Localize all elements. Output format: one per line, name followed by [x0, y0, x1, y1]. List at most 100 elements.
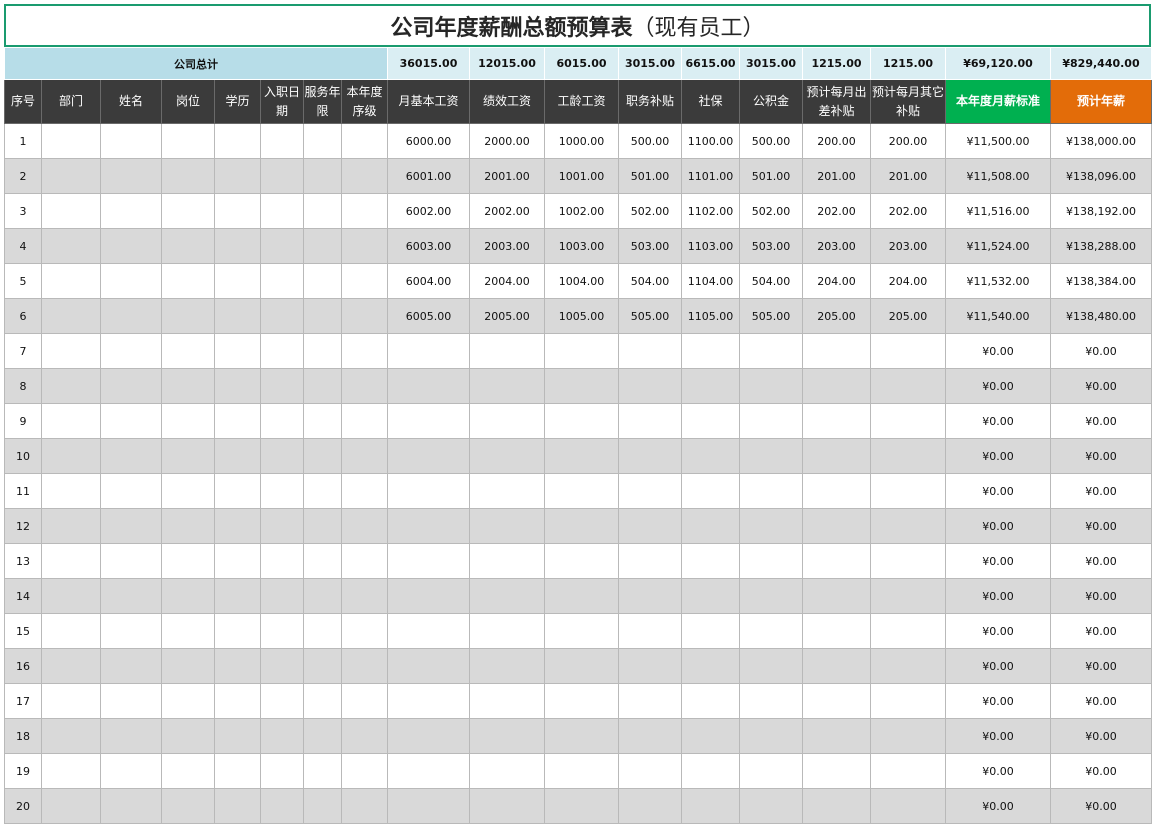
table-cell[interactable]: [341, 158, 388, 194]
table-cell[interactable]: [260, 683, 304, 719]
table-cell[interactable]: [618, 403, 682, 439]
table-cell[interactable]: [260, 788, 304, 824]
summary-annual-total[interactable]: ¥829,440.00: [1050, 47, 1152, 80]
table-cell[interactable]: [544, 368, 619, 404]
column-header[interactable]: 工龄工资: [544, 79, 619, 124]
table-cell[interactable]: [618, 613, 682, 649]
table-cell[interactable]: [303, 683, 342, 719]
table-cell[interactable]: [161, 298, 215, 334]
table-cell[interactable]: 6003.00: [387, 228, 470, 264]
table-cell[interactable]: [161, 613, 215, 649]
table-cell[interactable]: 504.00: [739, 263, 803, 299]
table-cell[interactable]: [469, 753, 545, 789]
table-cell[interactable]: [161, 753, 215, 789]
table-cell[interactable]: [544, 508, 619, 544]
table-cell[interactable]: [387, 508, 470, 544]
table-cell[interactable]: [260, 263, 304, 299]
table-cell[interactable]: [618, 508, 682, 544]
table-cell[interactable]: ¥0.00: [1050, 508, 1152, 544]
table-cell[interactable]: 2002.00: [469, 193, 545, 229]
table-cell[interactable]: [100, 193, 162, 229]
table-cell[interactable]: [214, 263, 261, 299]
table-cell[interactable]: [739, 438, 803, 474]
table-cell[interactable]: [544, 333, 619, 369]
table-cell[interactable]: [303, 543, 342, 579]
table-cell[interactable]: ¥138,480.00: [1050, 298, 1152, 334]
table-cell[interactable]: [214, 368, 261, 404]
table-cell[interactable]: [303, 648, 342, 684]
table-cell[interactable]: [870, 473, 946, 509]
table-cell[interactable]: [41, 123, 101, 159]
table-cell[interactable]: [739, 508, 803, 544]
table-cell[interactable]: [100, 298, 162, 334]
table-cell[interactable]: 201.00: [802, 158, 871, 194]
table-cell[interactable]: [341, 543, 388, 579]
table-cell[interactable]: [544, 438, 619, 474]
table-cell[interactable]: ¥0.00: [1050, 403, 1152, 439]
table-cell[interactable]: ¥138,384.00: [1050, 263, 1152, 299]
table-cell[interactable]: 1103.00: [681, 228, 740, 264]
table-cell[interactable]: [341, 473, 388, 509]
table-cell[interactable]: ¥0.00: [945, 508, 1051, 544]
table-cell[interactable]: [802, 613, 871, 649]
table-cell[interactable]: [341, 613, 388, 649]
table-cell[interactable]: [681, 753, 740, 789]
table-cell[interactable]: ¥11,508.00: [945, 158, 1051, 194]
table-cell[interactable]: 500.00: [739, 123, 803, 159]
table-cell[interactable]: 504.00: [618, 263, 682, 299]
table-cell[interactable]: [260, 438, 304, 474]
row-number-cell[interactable]: 19: [4, 753, 42, 789]
table-cell[interactable]: 502.00: [739, 193, 803, 229]
table-cell[interactable]: [544, 718, 619, 754]
column-header[interactable]: 部门: [41, 79, 101, 124]
table-cell[interactable]: ¥138,192.00: [1050, 193, 1152, 229]
table-cell[interactable]: [618, 368, 682, 404]
table-cell[interactable]: [260, 648, 304, 684]
table-cell[interactable]: [341, 368, 388, 404]
table-cell[interactable]: [214, 543, 261, 579]
row-number-cell[interactable]: 4: [4, 228, 42, 264]
table-cell[interactable]: ¥138,000.00: [1050, 123, 1152, 159]
table-cell[interactable]: [802, 683, 871, 719]
table-cell[interactable]: [681, 333, 740, 369]
table-cell[interactable]: [870, 578, 946, 614]
column-header[interactable]: 社保: [681, 79, 740, 124]
table-cell[interactable]: [870, 403, 946, 439]
table-cell[interactable]: [41, 648, 101, 684]
table-cell[interactable]: [469, 473, 545, 509]
table-cell[interactable]: ¥0.00: [1050, 543, 1152, 579]
table-cell[interactable]: [260, 753, 304, 789]
table-cell[interactable]: [870, 718, 946, 754]
table-cell[interactable]: [341, 508, 388, 544]
table-cell[interactable]: [802, 438, 871, 474]
table-cell[interactable]: [387, 403, 470, 439]
table-cell[interactable]: [161, 228, 215, 264]
table-cell[interactable]: [618, 788, 682, 824]
table-cell[interactable]: 502.00: [618, 193, 682, 229]
table-cell[interactable]: [303, 158, 342, 194]
column-header[interactable]: 预计每月其它补贴: [870, 79, 946, 124]
column-header[interactable]: 公积金: [739, 79, 803, 124]
table-cell[interactable]: [214, 473, 261, 509]
table-cell[interactable]: [802, 788, 871, 824]
table-cell[interactable]: [681, 683, 740, 719]
table-cell[interactable]: [100, 228, 162, 264]
table-cell[interactable]: [681, 578, 740, 614]
table-cell[interactable]: [341, 263, 388, 299]
table-cell[interactable]: [41, 543, 101, 579]
column-header[interactable]: 入职日期: [260, 79, 304, 124]
table-cell[interactable]: [100, 718, 162, 754]
table-cell[interactable]: 6000.00: [387, 123, 470, 159]
table-cell[interactable]: ¥138,288.00: [1050, 228, 1152, 264]
table-cell[interactable]: [41, 193, 101, 229]
table-cell[interactable]: [618, 543, 682, 579]
table-cell[interactable]: 204.00: [802, 263, 871, 299]
table-cell[interactable]: 1101.00: [681, 158, 740, 194]
table-cell[interactable]: [100, 403, 162, 439]
table-cell[interactable]: [161, 788, 215, 824]
table-cell[interactable]: [681, 718, 740, 754]
table-cell[interactable]: [544, 648, 619, 684]
table-cell[interactable]: [303, 193, 342, 229]
table-cell[interactable]: ¥0.00: [1050, 718, 1152, 754]
table-cell[interactable]: [303, 298, 342, 334]
